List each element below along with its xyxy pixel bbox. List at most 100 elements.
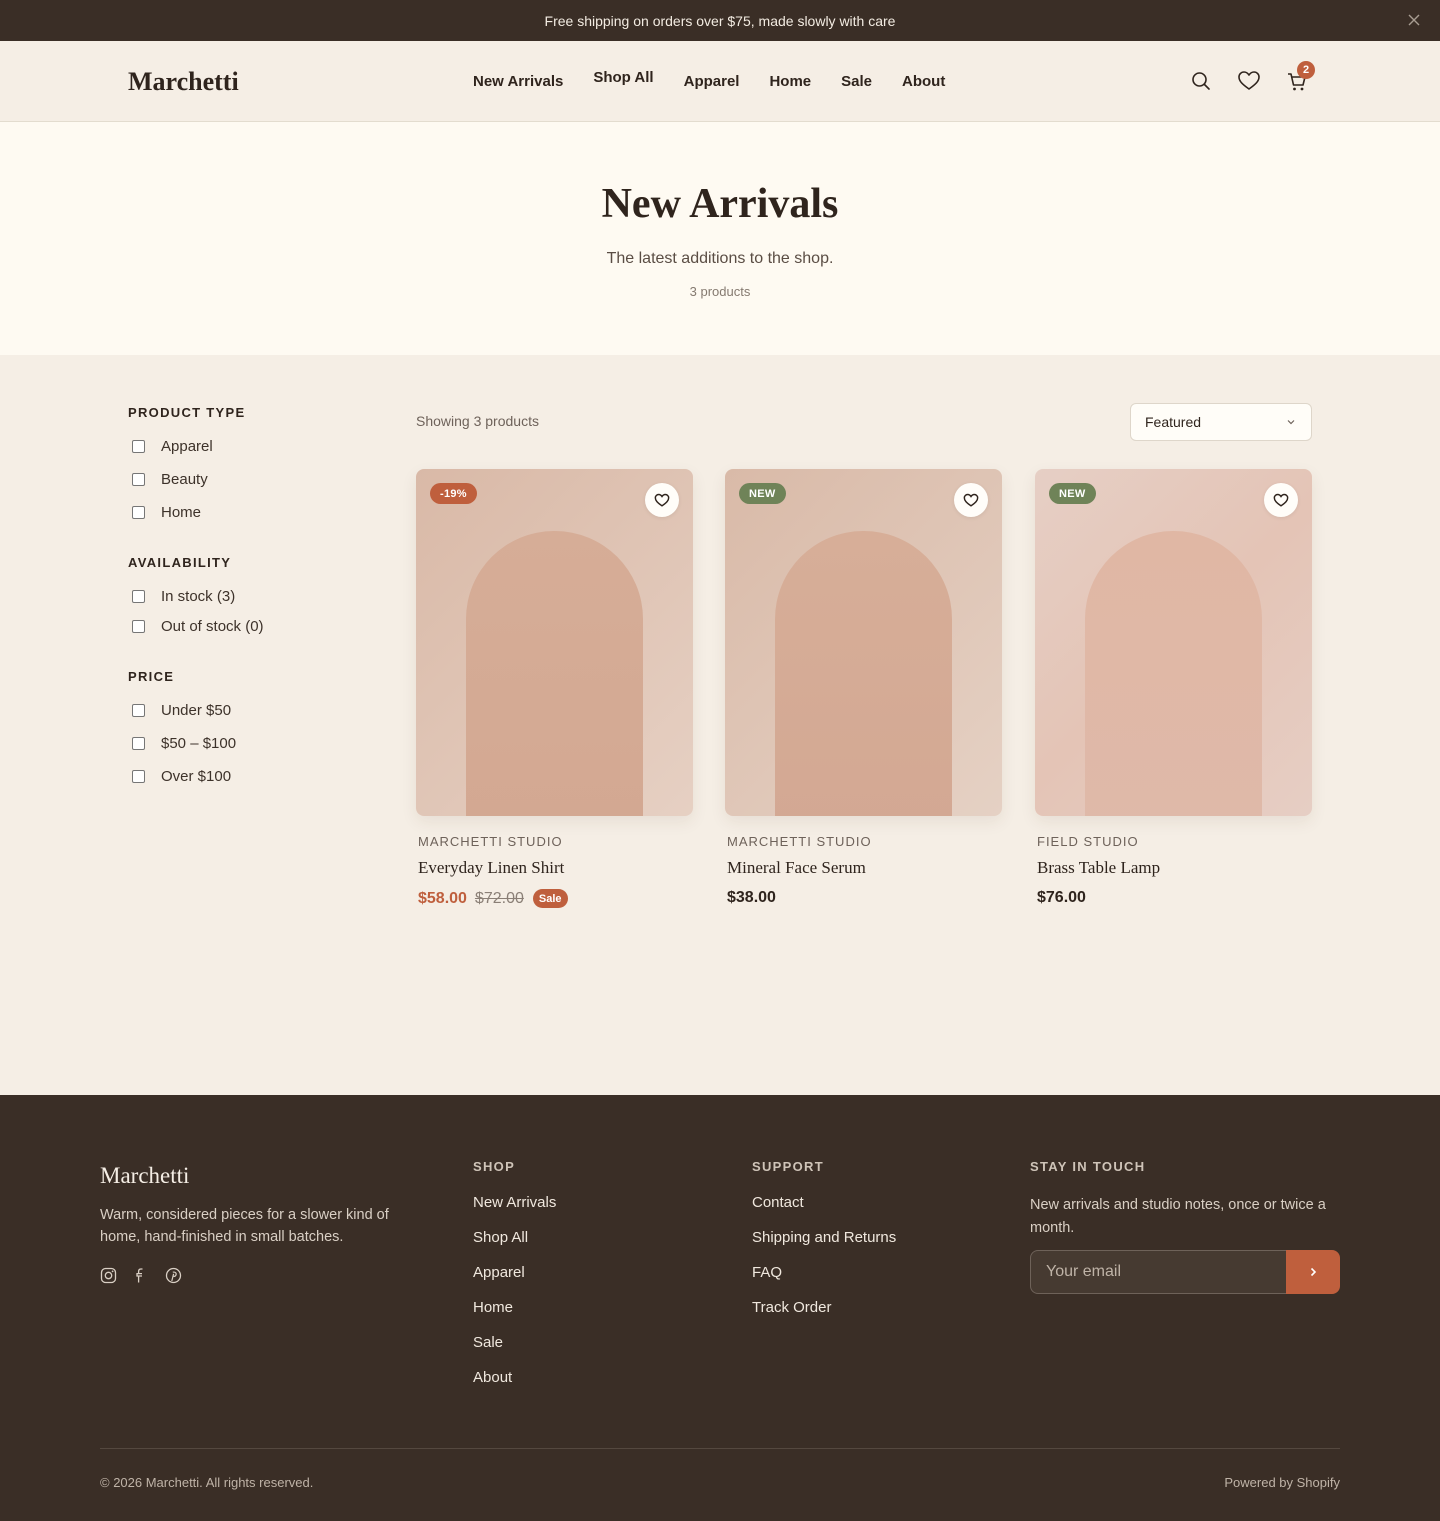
product-vendor: MARCHETTI STUDIO <box>727 834 872 849</box>
email-field[interactable] <box>1030 1250 1286 1294</box>
filter-sidebar: PRODUCT TYPE Apparel Beauty Home AVAILAB… <box>128 405 348 819</box>
cart-button[interactable]: 2 <box>1286 61 1315 93</box>
product-title[interactable]: Brass Table Lamp <box>1037 858 1312 878</box>
product-vendor: MARCHETTI STUDIO <box>418 834 563 849</box>
heart-icon <box>1273 493 1289 507</box>
cart-count-badge: 2 <box>1297 61 1315 79</box>
filter-group-availability: AVAILABILITY In stock (3) Out of stock (… <box>128 555 348 643</box>
footer-link-shop-all[interactable]: Shop All <box>473 1229 556 1249</box>
footer-link-about[interactable]: About <box>473 1369 556 1389</box>
filter-option-50-100[interactable]: $50 – $100 <box>128 727 348 760</box>
product-image-shape <box>775 531 952 816</box>
product-price: $38.00 <box>727 889 776 906</box>
add-to-wishlist-button[interactable] <box>645 483 679 517</box>
collection-hero: New Arrivals The latest additions to the… <box>0 122 1440 355</box>
checkbox[interactable] <box>132 473 145 486</box>
filter-label: $50 – $100 <box>161 735 237 752</box>
collection-description: The latest additions to the shop. <box>606 250 834 267</box>
nav-home[interactable]: Home <box>769 73 811 90</box>
facebook-icon[interactable] <box>132 1267 149 1284</box>
checkbox[interactable] <box>132 506 145 519</box>
footer-link-sale[interactable]: Sale <box>473 1334 556 1354</box>
footer-link-shipping[interactable]: Shipping and Returns <box>752 1229 896 1249</box>
site-header: Marchetti New Arrivals Shop All Apparel … <box>0 41 1440 122</box>
footer-description: Warm, considered pieces for a slower kin… <box>100 1207 389 1245</box>
filter-label: Under $50 <box>161 702 232 719</box>
checkbox[interactable] <box>132 770 145 783</box>
filter-option-home[interactable]: Home <box>128 496 348 529</box>
product-title[interactable]: Mineral Face Serum <box>727 858 1002 878</box>
filter-group-product-type: PRODUCT TYPE Apparel Beauty Home <box>128 405 348 529</box>
footer-newsletter-column: STAY IN TOUCH New arrivals and studio no… <box>1030 1159 1340 1240</box>
filter-option-out-of-stock[interactable]: Out of stock (0) <box>128 610 348 643</box>
filter-label: Apparel <box>161 438 213 455</box>
nav-about[interactable]: About <box>902 73 945 90</box>
main-nav: New Arrivals Shop All Apparel Home Sale … <box>473 41 975 121</box>
wishlist-icon[interactable] <box>1237 70 1261 92</box>
product-card[interactable]: -19% MARCHETTI STUDIO Everyday Linen Shi… <box>416 469 693 908</box>
filter-label: Out of stock (0) <box>161 618 264 635</box>
filter-option-in-stock[interactable]: In stock (3) <box>128 580 348 613</box>
product-image[interactable]: NEW <box>1035 469 1312 816</box>
search-icon[interactable] <box>1190 70 1212 92</box>
filter-group-price: PRICE Under $50 $50 – $100 Over $100 <box>128 669 348 793</box>
nav-shop-all[interactable]: Shop All <box>593 69 653 86</box>
nav-apparel[interactable]: Apparel <box>684 73 740 90</box>
filter-option-apparel[interactable]: Apparel <box>128 430 348 463</box>
product-image-shape <box>1085 531 1262 816</box>
checkbox[interactable] <box>132 704 145 717</box>
footer-column-title: STAY IN TOUCH <box>1030 1159 1146 1174</box>
filter-option-beauty[interactable]: Beauty <box>128 463 348 496</box>
footer-link-new-arrivals[interactable]: New Arrivals <box>473 1194 556 1214</box>
product-card[interactable]: NEW FIELD STUDIO Brass Table Lamp $76.00 <box>1035 469 1312 907</box>
price-row: $38.00 <box>727 889 1002 907</box>
heart-icon <box>654 493 670 507</box>
newsletter-form <box>1030 1250 1340 1294</box>
price-row: $76.00 <box>1037 889 1312 907</box>
pinterest-icon[interactable] <box>165 1267 182 1284</box>
footer-column-title: SHOP <box>473 1159 516 1174</box>
copyright-text: © 2026 Marchetti. All rights reserved. <box>100 1475 314 1490</box>
filter-option-under-50[interactable]: Under $50 <box>128 694 348 727</box>
filter-label: In stock (3) <box>161 588 236 605</box>
product-card[interactable]: NEW MARCHETTI STUDIO Mineral Face Serum … <box>725 469 1002 907</box>
discount-badge: -19% <box>430 483 477 504</box>
sort-value: Featured <box>1145 414 1202 430</box>
site-logo[interactable]: Marchetti <box>128 67 239 97</box>
checkbox[interactable] <box>132 737 145 750</box>
chevron-down-icon <box>1287 420 1295 425</box>
add-to-wishlist-button[interactable] <box>954 483 988 517</box>
sort-select[interactable]: Featured <box>1130 403 1312 441</box>
product-vendor: FIELD STUDIO <box>1037 834 1139 849</box>
sale-price: $58.00 <box>418 889 467 907</box>
page-title: New Arrivals <box>601 181 839 227</box>
chevron-right-icon <box>1310 1267 1317 1277</box>
nav-sale[interactable]: Sale <box>841 73 872 90</box>
footer-support-column: SUPPORT Contact Shipping and Returns FAQ… <box>752 1159 896 1334</box>
nav-new-arrivals[interactable]: New Arrivals <box>473 73 563 90</box>
showing-count: Showing 3 products <box>416 413 539 429</box>
footer-link-track-order[interactable]: Track Order <box>752 1299 896 1319</box>
product-image[interactable]: NEW <box>725 469 1002 816</box>
filter-title: PRODUCT TYPE <box>128 405 246 420</box>
filter-option-over-100[interactable]: Over $100 <box>128 760 348 793</box>
footer-logo[interactable]: Marchetti <box>100 1163 189 1189</box>
footer-column-title: SUPPORT <box>752 1159 824 1174</box>
newsletter-text: New arrivals and studio notes, once or t… <box>1030 1197 1326 1236</box>
checkbox[interactable] <box>132 590 145 603</box>
subscribe-button[interactable] <box>1286 1250 1340 1294</box>
footer-shop-column: SHOP New Arrivals Shop All Apparel Home … <box>473 1159 556 1404</box>
checkbox[interactable] <box>132 440 145 453</box>
close-icon[interactable] <box>1406 12 1422 28</box>
instagram-icon[interactable] <box>100 1267 117 1284</box>
product-title[interactable]: Everyday Linen Shirt <box>418 858 693 878</box>
footer-link-home[interactable]: Home <box>473 1299 556 1319</box>
powered-by-link[interactable]: Powered by Shopify <box>1224 1475 1340 1490</box>
footer-link-contact[interactable]: Contact <box>752 1194 896 1214</box>
footer-link-apparel[interactable]: Apparel <box>473 1264 556 1284</box>
compare-price: $72.00 <box>474 889 524 907</box>
product-image[interactable]: -19% <box>416 469 693 816</box>
add-to-wishlist-button[interactable] <box>1264 483 1298 517</box>
checkbox[interactable] <box>132 620 145 633</box>
footer-link-faq[interactable]: FAQ <box>752 1264 896 1284</box>
